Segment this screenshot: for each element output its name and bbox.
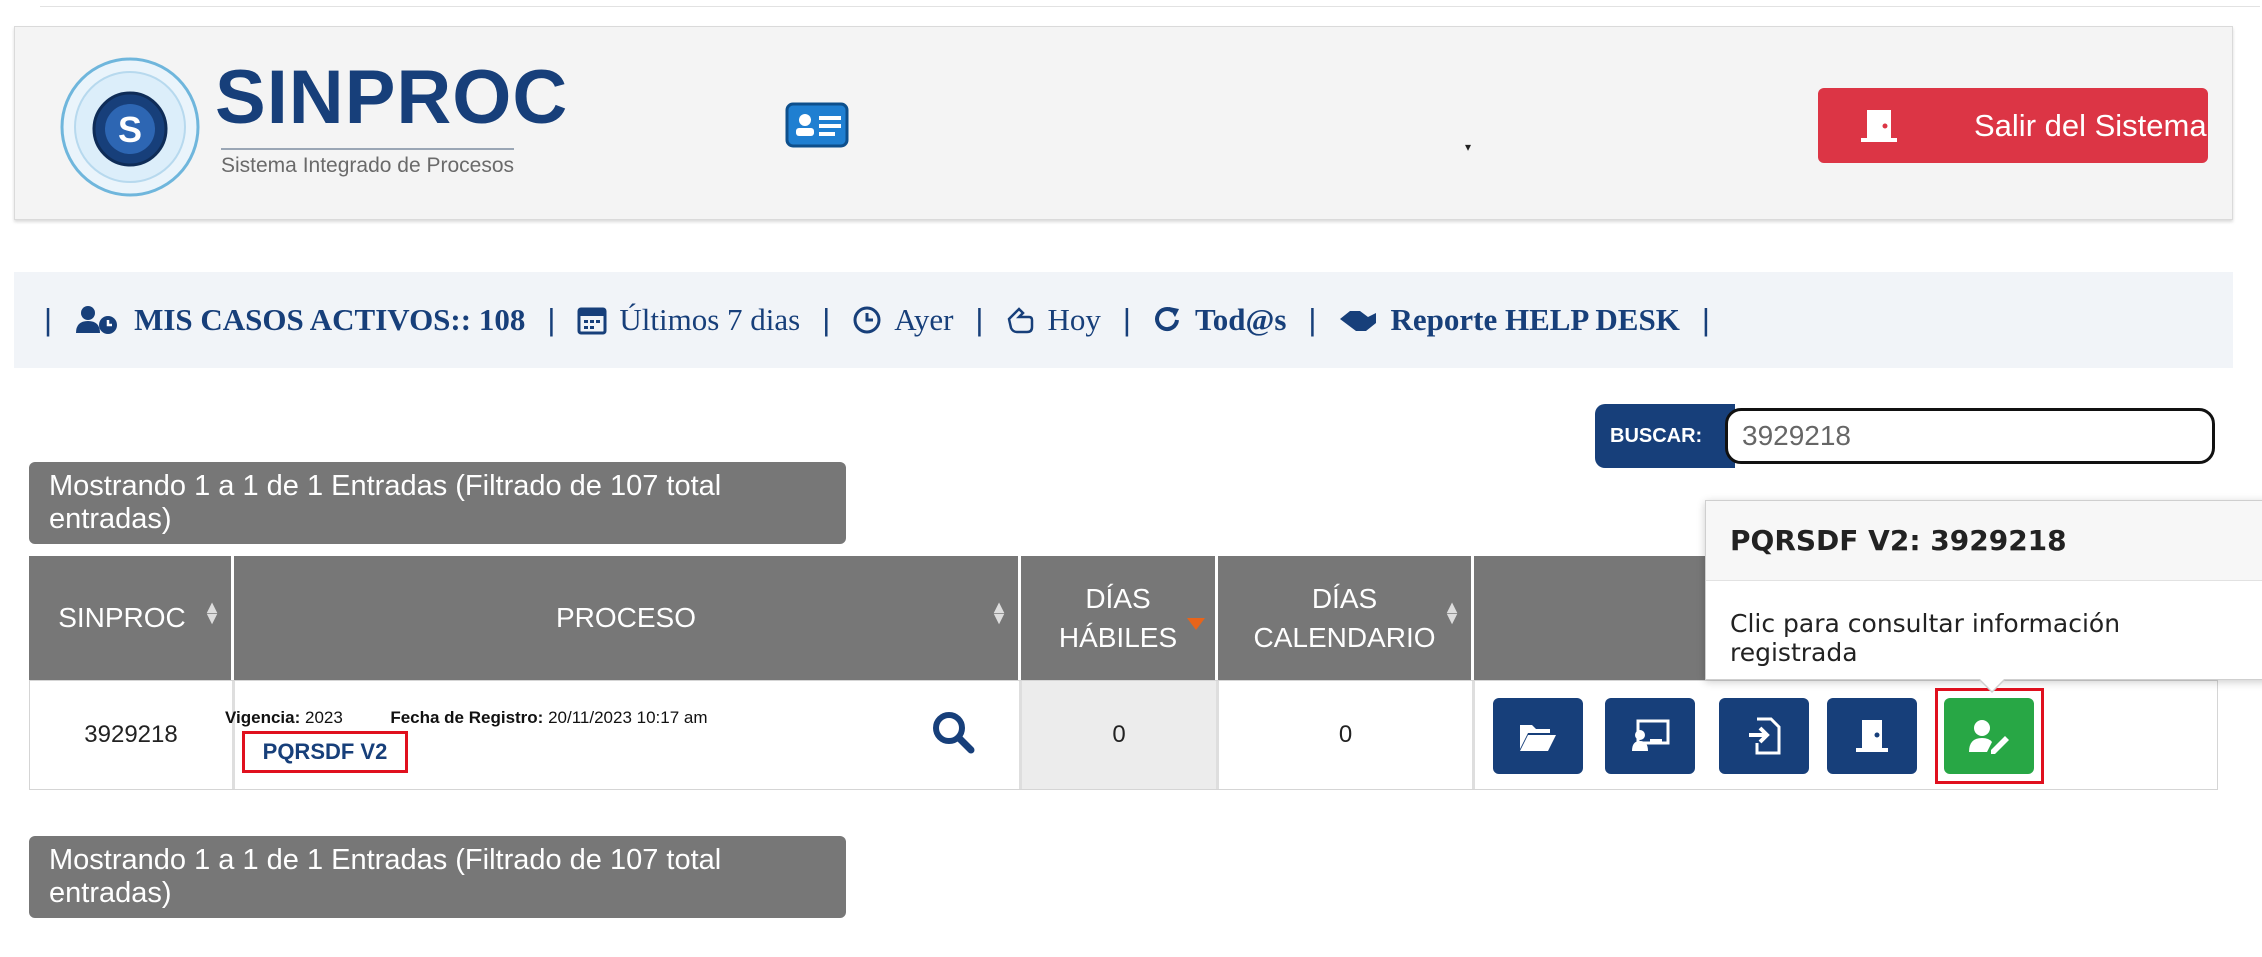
nav-label: Hoy xyxy=(1047,302,1101,337)
door-closed-icon xyxy=(1856,720,1888,752)
nav-item-yesterday[interactable]: Ayer xyxy=(852,302,953,338)
entries-info-bottom: Mostrando 1 a 1 de 1 Entradas (Filtrado … xyxy=(29,836,846,918)
logo-emblem-icon: S xyxy=(60,57,200,197)
fecha-value: 20/11/2023 10:17 am xyxy=(548,708,708,727)
cell-dias-calendario: 0 xyxy=(1219,681,1475,789)
logout-button[interactable]: Salir del Sistema xyxy=(1818,88,2208,163)
file-import-icon xyxy=(1749,717,1781,755)
search-bar: BUSCAR: xyxy=(1595,404,2219,468)
nav-separator: | xyxy=(1122,302,1131,337)
cases-filter-nav: | MIS CASOS ACTIVOS:: 108 | Últimos 7 di… xyxy=(14,272,2233,368)
nav-label: Reporte HELP DESK xyxy=(1390,302,1680,337)
search-details-icon[interactable] xyxy=(931,710,975,759)
column-header-dias-habiles[interactable]: DÍAS HÁBILES xyxy=(1021,556,1218,680)
user-clock-icon xyxy=(76,306,118,334)
app-header: S SINPROC Sistema Integrado de Procesos … xyxy=(14,26,2233,220)
clock-icon xyxy=(853,306,881,334)
logo-title: SINPROC xyxy=(215,55,569,140)
sort-desc-icon xyxy=(1187,618,1205,630)
nav-separator: | xyxy=(547,302,556,337)
close-case-button[interactable] xyxy=(1827,698,1917,774)
nav-item-active-cases[interactable]: MIS CASOS ACTIVOS:: 108 xyxy=(74,302,525,338)
tooltip-popover: PQRSDF V2: 3929218 Clic para consultar i… xyxy=(1705,500,2262,693)
sort-icon: ▲ ▼ xyxy=(203,597,221,628)
nav-separator: | xyxy=(975,302,984,337)
handshake-icon xyxy=(1340,311,1377,331)
header-label: HÁBILES xyxy=(1058,622,1178,653)
header-label: SINPROC xyxy=(58,602,186,634)
fecha-label: Fecha de Registro: xyxy=(390,708,544,727)
cell-sinproc: 3929218 xyxy=(30,681,235,789)
nav-separator: | xyxy=(1308,302,1317,337)
nav-item-today[interactable]: Hoy xyxy=(1005,302,1101,338)
column-header-sinproc[interactable]: SINPROC ▲ ▼ xyxy=(29,556,234,680)
nav-item-last-7-days[interactable]: Últimos 7 dias xyxy=(577,302,800,338)
vigencia-value: 2023 xyxy=(305,708,343,727)
cell-dias-habiles: 0 xyxy=(1022,681,1219,789)
import-document-button[interactable] xyxy=(1719,698,1809,774)
door-exit-icon xyxy=(1844,108,1914,144)
case-type-code: PQRSDF V2 xyxy=(242,731,408,773)
tooltip-body: Clic para consultar información registra… xyxy=(1730,609,2121,667)
nav-label: MIS CASOS ACTIVOS:: 108 xyxy=(134,302,526,337)
nav-separator: | xyxy=(44,302,53,337)
column-header-dias-calendario[interactable]: DÍAS CALENDARIO ▲ ▼ xyxy=(1218,556,1474,680)
case-meta: Vigencia: 2023 Fecha de Registro: 20/11/… xyxy=(225,708,708,728)
nav-separator: | xyxy=(1701,302,1710,337)
column-header-proceso[interactable]: PROCESO ▲ ▼ xyxy=(234,556,1021,680)
search-label: BUSCAR: xyxy=(1595,404,1735,468)
header-label: DÍAS xyxy=(1311,582,1378,614)
nav-label: Tod@s xyxy=(1194,302,1287,337)
hand-point-left-icon xyxy=(1008,307,1034,334)
open-folder-button[interactable] xyxy=(1493,698,1583,774)
chalkboard-user-icon xyxy=(1632,719,1670,751)
nav-label: Ayer xyxy=(894,302,954,337)
sort-icon: ▲ ▼ xyxy=(990,597,1008,628)
sinproc-logo: S SINPROC Sistema Integrado de Procesos xyxy=(55,52,575,202)
tooltip-title: PQRSDF V2: 3929218 xyxy=(1706,501,2262,581)
tooltip-arrow-fill xyxy=(1980,679,2004,691)
assign-case-button[interactable] xyxy=(1605,698,1695,774)
user-edit-button[interactable] xyxy=(1944,698,2034,774)
logo-subtitle: Sistema Integrado de Procesos xyxy=(221,148,514,178)
top-divider xyxy=(40,0,2260,7)
nav-item-help-desk-report[interactable]: Reporte HELP DESK xyxy=(1338,302,1680,338)
logout-label: Salir del Sistema xyxy=(1974,107,2207,143)
calendar-icon xyxy=(577,307,607,335)
header-label: CALENDARIO xyxy=(1253,622,1436,653)
nav-item-all[interactable]: Tod@s xyxy=(1153,302,1286,338)
user-dropdown-caret[interactable]: ▾ xyxy=(1465,140,1471,154)
entries-info-top: Mostrando 1 a 1 de 1 Entradas (Filtrado … xyxy=(29,462,846,544)
header-label: DÍAS xyxy=(1085,582,1151,614)
redo-icon xyxy=(1155,307,1179,331)
id-card-icon[interactable] xyxy=(785,100,849,150)
svg-text:S: S xyxy=(118,109,142,150)
user-edit-icon xyxy=(1969,720,2009,754)
vigencia-label: Vigencia: xyxy=(225,708,301,727)
header-label: PROCESO xyxy=(555,602,697,634)
folder-open-icon xyxy=(1520,725,1556,751)
search-input[interactable] xyxy=(1725,408,2215,464)
sort-icon: ▲ ▼ xyxy=(1443,597,1461,628)
nav-separator: | xyxy=(822,302,831,337)
nav-label: Últimos 7 dias xyxy=(619,302,801,337)
